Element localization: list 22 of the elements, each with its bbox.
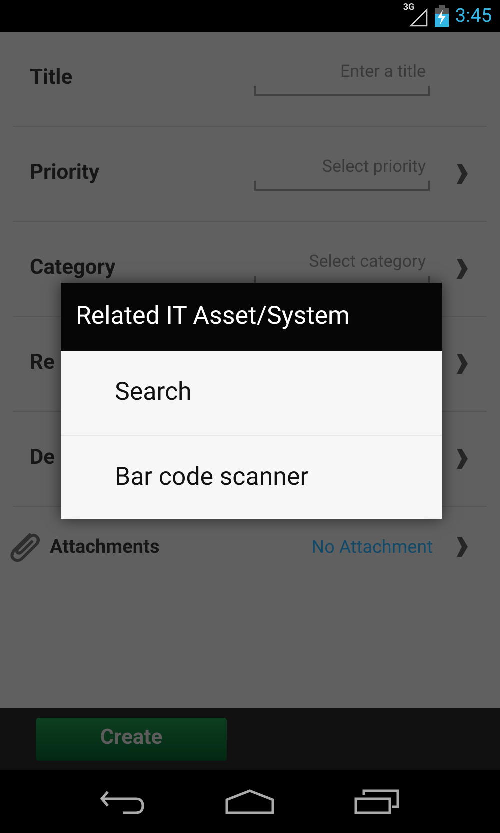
chevron-right-icon: [455, 353, 469, 375]
dialog-option[interactable]: Bar code scanner: [61, 435, 442, 519]
recent-apps-icon[interactable]: [354, 788, 400, 814]
battery-charging-icon: [435, 5, 450, 27]
chevron-right-icon: [455, 258, 469, 280]
chevron-right-icon: [455, 448, 469, 470]
dialog-option[interactable]: Search: [61, 351, 442, 435]
create-button[interactable]: Create: [36, 718, 227, 760]
field-label: Priority: [30, 160, 101, 188]
attachment-status[interactable]: No Attachment: [312, 534, 433, 560]
field-label: Category: [30, 255, 117, 282]
dialog-title: Related IT Asset/System: [61, 283, 442, 351]
field-label: Title: [30, 65, 74, 92]
attachments-label: Attachments: [50, 534, 161, 560]
home-icon[interactable]: [224, 788, 275, 814]
back-icon[interactable]: [100, 788, 146, 814]
chevron-right-icon: [455, 163, 469, 185]
clock-time: 3:45: [455, 2, 492, 29]
field-label: Re: [30, 350, 56, 378]
chevron-right-icon: [455, 536, 469, 558]
paperclip-icon: [8, 531, 42, 563]
field-label: De: [30, 445, 56, 472]
